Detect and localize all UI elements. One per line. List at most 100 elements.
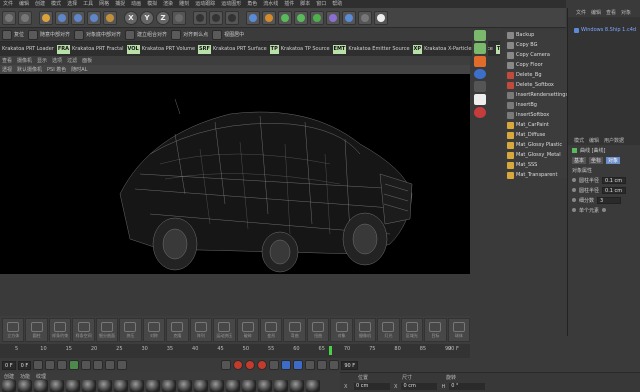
menu-item-18[interactable]: 窗口 xyxy=(316,0,326,8)
mode-button-0[interactable]: 基本 xyxy=(572,156,587,164)
x-axis-icon[interactable]: X xyxy=(124,10,138,25)
viewport-menu-5[interactable]: 面板 xyxy=(82,57,92,64)
material-swatch[interactable] xyxy=(50,380,64,392)
menu-item-0[interactable]: 文件 xyxy=(3,0,13,8)
script-list-item[interactable]: InsertBg xyxy=(505,100,567,110)
snap-button[interactable]: 随意中部对齐 xyxy=(28,29,70,40)
material-swatch[interactable] xyxy=(66,380,80,392)
material-swatch[interactable] xyxy=(98,380,112,392)
menu-item-1[interactable]: 编辑 xyxy=(19,0,29,8)
shelf-item[interactable]: 立方体 xyxy=(2,318,25,342)
next-key-icon[interactable] xyxy=(93,360,104,370)
globe-icon[interactable] xyxy=(474,68,486,80)
parameter-key-icon[interactable] xyxy=(305,360,316,370)
material-swatch[interactable] xyxy=(162,380,176,392)
parameter-dot-icon[interactable] xyxy=(572,178,576,182)
shelf-item[interactable]: 对象 xyxy=(330,318,353,342)
object-row[interactable]: Windows 8.Ship 1.c4d xyxy=(568,27,640,33)
camera-icon[interactable] xyxy=(358,10,372,25)
viewport-option-0[interactable]: 透视 xyxy=(2,66,12,73)
s-icon[interactable] xyxy=(474,55,486,67)
prev-key-icon[interactable] xyxy=(45,360,56,370)
scale-key-icon[interactable] xyxy=(281,360,292,370)
menu-item-14[interactable]: 角色 xyxy=(247,0,257,8)
live-selection-icon[interactable] xyxy=(39,10,53,25)
object-tab-3[interactable]: 对象 xyxy=(621,9,631,16)
material-swatch[interactable] xyxy=(274,380,288,392)
plugin-item-7[interactable]: TFDKrakato xyxy=(495,44,500,54)
material-swatch[interactable] xyxy=(146,380,160,392)
script-list-item[interactable]: Mat_CarPaint xyxy=(505,120,567,130)
attribute-tab-1[interactable]: 编辑 xyxy=(589,137,599,144)
shelf-item[interactable]: 圆柱 xyxy=(25,318,48,342)
attribute-tab-0[interactable]: 模式 xyxy=(574,137,584,144)
circle-icon[interactable] xyxy=(474,107,486,119)
attribute-tab-2[interactable]: 用户数据 xyxy=(604,137,624,144)
menu-item-4[interactable]: 选择 xyxy=(67,0,77,8)
material-swatch[interactable] xyxy=(18,380,32,392)
shelf-item[interactable]: 摄像机 xyxy=(353,318,377,342)
menu-item-10[interactable]: 渲染 xyxy=(163,0,173,8)
checkbox[interactable] xyxy=(602,208,607,212)
y-axis-icon[interactable]: Y xyxy=(140,10,154,25)
subdivision-icon[interactable] xyxy=(278,10,292,25)
position-key-icon[interactable] xyxy=(269,360,280,370)
material-tab-0[interactable]: 创建 xyxy=(4,373,14,380)
go-to-end-icon[interactable] xyxy=(105,360,116,370)
scale-icon[interactable] xyxy=(71,10,85,25)
point-level-icon[interactable] xyxy=(317,360,328,370)
shelf-item[interactable]: 球体 xyxy=(447,318,471,342)
drop-icon[interactable] xyxy=(474,81,486,93)
z-axis-icon[interactable]: Z xyxy=(156,10,170,25)
start-frame-field[interactable]: 0 F xyxy=(2,360,16,370)
attribute-value-field[interactable]: 0.1 cm xyxy=(602,186,627,194)
material-swatch[interactable] xyxy=(194,380,208,392)
shelf-item[interactable]: 区域光 xyxy=(400,318,424,342)
h-rotation-field[interactable]: 0 ° xyxy=(449,383,486,390)
deformer-icon[interactable] xyxy=(326,10,340,25)
script-list-item[interactable]: Delete_Softbox xyxy=(505,80,567,90)
x-size-field[interactable]: 0 cm xyxy=(401,383,438,390)
current-frame-field[interactable]: 0 F xyxy=(17,360,32,370)
menu-item-11[interactable]: 雕刻 xyxy=(179,0,189,8)
timeline[interactable]: 5 10 15 20 25 30 35 40 45 50 55 60 65 70 75 80 85 90 90 F xyxy=(0,344,470,358)
viewport-menu-0[interactable]: 查看 xyxy=(2,57,12,64)
shelf-item[interactable]: 弯曲 xyxy=(283,318,306,342)
record-active-icon[interactable] xyxy=(233,360,244,370)
menu-item-7[interactable]: 捕捉 xyxy=(115,0,125,8)
script-list-item[interactable]: InsertRendersettings xyxy=(505,90,567,100)
plugin-item-5[interactable]: EMT Krakatoa Emitter Source xyxy=(332,44,410,54)
align-button[interactable]: 对象底中部对齐 xyxy=(74,29,121,40)
viewport-menu-3[interactable]: 选项 xyxy=(52,57,62,64)
recent-tools-icon[interactable] xyxy=(103,10,117,25)
target-icon[interactable] xyxy=(474,42,486,54)
go-to-start-icon[interactable] xyxy=(33,360,44,370)
next-frame-icon[interactable] xyxy=(81,360,92,370)
material-swatch[interactable] xyxy=(290,380,304,392)
menu-item-6[interactable]: 网格 xyxy=(99,0,109,8)
menu-item-8[interactable]: 动画 xyxy=(131,0,141,8)
loop-icon[interactable] xyxy=(117,360,128,370)
shelf-item[interactable]: 阵列 xyxy=(189,318,213,342)
floor-icon[interactable] xyxy=(342,10,356,25)
plugin-item-4[interactable]: TP Krakatoa TP Source xyxy=(269,44,330,54)
material-swatch[interactable] xyxy=(82,380,96,392)
autokey-icon[interactable] xyxy=(245,360,256,370)
plugin-item-3[interactable]: SRF Krakatoa PRT Surface xyxy=(198,44,267,54)
cube-icon[interactable] xyxy=(246,10,260,25)
menu-item-19[interactable]: 帮助 xyxy=(332,0,342,8)
rotate-icon[interactable] xyxy=(87,10,101,25)
shelf-item[interactable]: 挤压 xyxy=(119,318,142,342)
shelf-item[interactable]: 样条空间 xyxy=(72,318,95,342)
material-swatch[interactable] xyxy=(210,380,224,392)
move-icon[interactable] xyxy=(55,10,69,25)
menu-item-3[interactable]: 模式 xyxy=(51,0,61,8)
shelf-item[interactable]: 扭曲 xyxy=(306,318,330,342)
menu-item-16[interactable]: 插件 xyxy=(284,0,294,8)
end-frame-field[interactable]: 90 F xyxy=(341,360,359,370)
viewport-option-3[interactable]: 随时AL xyxy=(71,66,87,73)
material-swatch[interactable] xyxy=(258,380,272,392)
viewport-option-1[interactable]: 默认摄像机 xyxy=(17,66,42,73)
play-icon[interactable] xyxy=(69,360,80,370)
key-selection-icon[interactable] xyxy=(257,360,268,370)
